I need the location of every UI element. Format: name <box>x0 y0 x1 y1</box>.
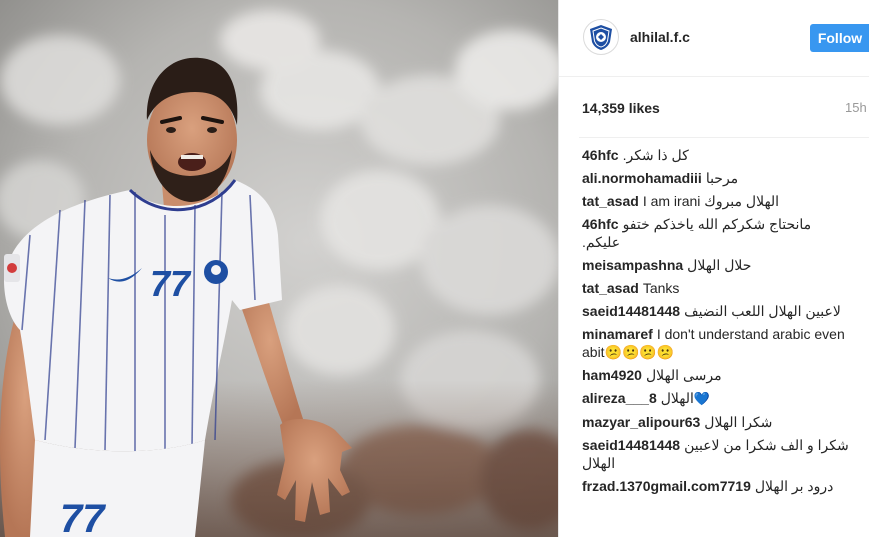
comment: saeid14481448 شكرا و الف شكرا من لاعبين ا… <box>582 436 852 472</box>
player-celebration-image: 77 77 <box>0 0 558 537</box>
comment-username[interactable]: ham4920 <box>582 367 642 383</box>
comment-text: الهلال مبروك I am irani <box>642 193 780 209</box>
comment: 46hfc مانحتاج شكركم الله ياخذكم ختفو عليك… <box>582 215 852 251</box>
comment-text: لاعبين الهلال اللعب النضيف <box>684 303 841 319</box>
comment-username[interactable]: tat_asad <box>582 280 639 296</box>
comment: ham4920 مرسى الهلال <box>582 366 852 384</box>
comment: ali.normohamadiii مرحبا <box>582 169 852 187</box>
comment-text: درود بر الهلال <box>754 478 834 494</box>
post-timestamp[interactable]: 15h <box>845 100 867 115</box>
follow-button[interactable]: Follow <box>810 24 869 52</box>
comment-username[interactable]: mazyar_alipour63 <box>582 414 700 430</box>
comment: tat_asad Tanks <box>582 279 852 297</box>
comment: alireza___8 الهلال💙 <box>582 389 852 408</box>
comment: mazyar_alipour63 شكرا الهلال <box>582 413 852 431</box>
post-side-panel: alhilal.f.c Follow 14,359 likes 15h 46hf… <box>558 0 869 537</box>
comment: minamaref I don't understand arabic even … <box>582 325 852 361</box>
comment: 46hfc كل ذا شكر. <box>582 146 852 164</box>
comment-username[interactable]: saeid14481448 <box>582 303 680 319</box>
comment: saeid14481448 لاعبين الهلال اللعب النضيف <box>582 302 852 320</box>
comment-username[interactable]: 46hfc <box>582 147 619 163</box>
comment-text: مرسى الهلال <box>645 367 722 383</box>
comment-username[interactable]: meisampashna <box>582 257 683 273</box>
svg-text:77: 77 <box>60 497 106 537</box>
comment-text: الهلال <box>660 390 694 406</box>
comment-text: حلال الهلال <box>687 257 752 273</box>
likes-row: 14,359 likes 15h <box>579 77 869 138</box>
likes-count[interactable]: 14,359 likes <box>582 100 660 116</box>
comment-username[interactable]: frzad.1370gmail.com7719 <box>582 478 751 494</box>
comment: frzad.1370gmail.com7719 درود بر الهلال <box>582 477 852 495</box>
comment: tat_asad الهلال مبروك I am irani <box>582 192 852 210</box>
comment-username[interactable]: alireza___8 <box>582 390 657 406</box>
comment-text: Tanks <box>642 280 680 296</box>
comments-list: 46hfc كل ذا شكر. ali.normohamadiii مرحبا t… <box>559 146 869 495</box>
comment-username[interactable]: minamaref <box>582 326 653 342</box>
comment-text: كل ذا شكر. <box>622 147 689 163</box>
comment: meisampashna حلال الهلال <box>582 256 852 274</box>
username-link[interactable]: alhilal.f.c <box>630 29 690 45</box>
post-photo[interactable]: 77 77 <box>0 0 558 537</box>
jersey-number: 77 <box>150 263 192 304</box>
comment-username[interactable]: ali.normohamadiii <box>582 170 702 186</box>
comment-username[interactable]: tat_asad <box>582 193 639 209</box>
blue-heart-icon: 💙 <box>693 391 711 406</box>
post-header: alhilal.f.c Follow <box>559 0 869 77</box>
al-hilal-crest-icon[interactable] <box>583 19 619 55</box>
comment-username[interactable]: saeid14481448 <box>582 437 680 453</box>
comment-text: شكرا الهلال <box>704 414 773 430</box>
comment-text: مرحبا <box>705 170 739 186</box>
comment-username[interactable]: 46hfc <box>582 216 619 232</box>
